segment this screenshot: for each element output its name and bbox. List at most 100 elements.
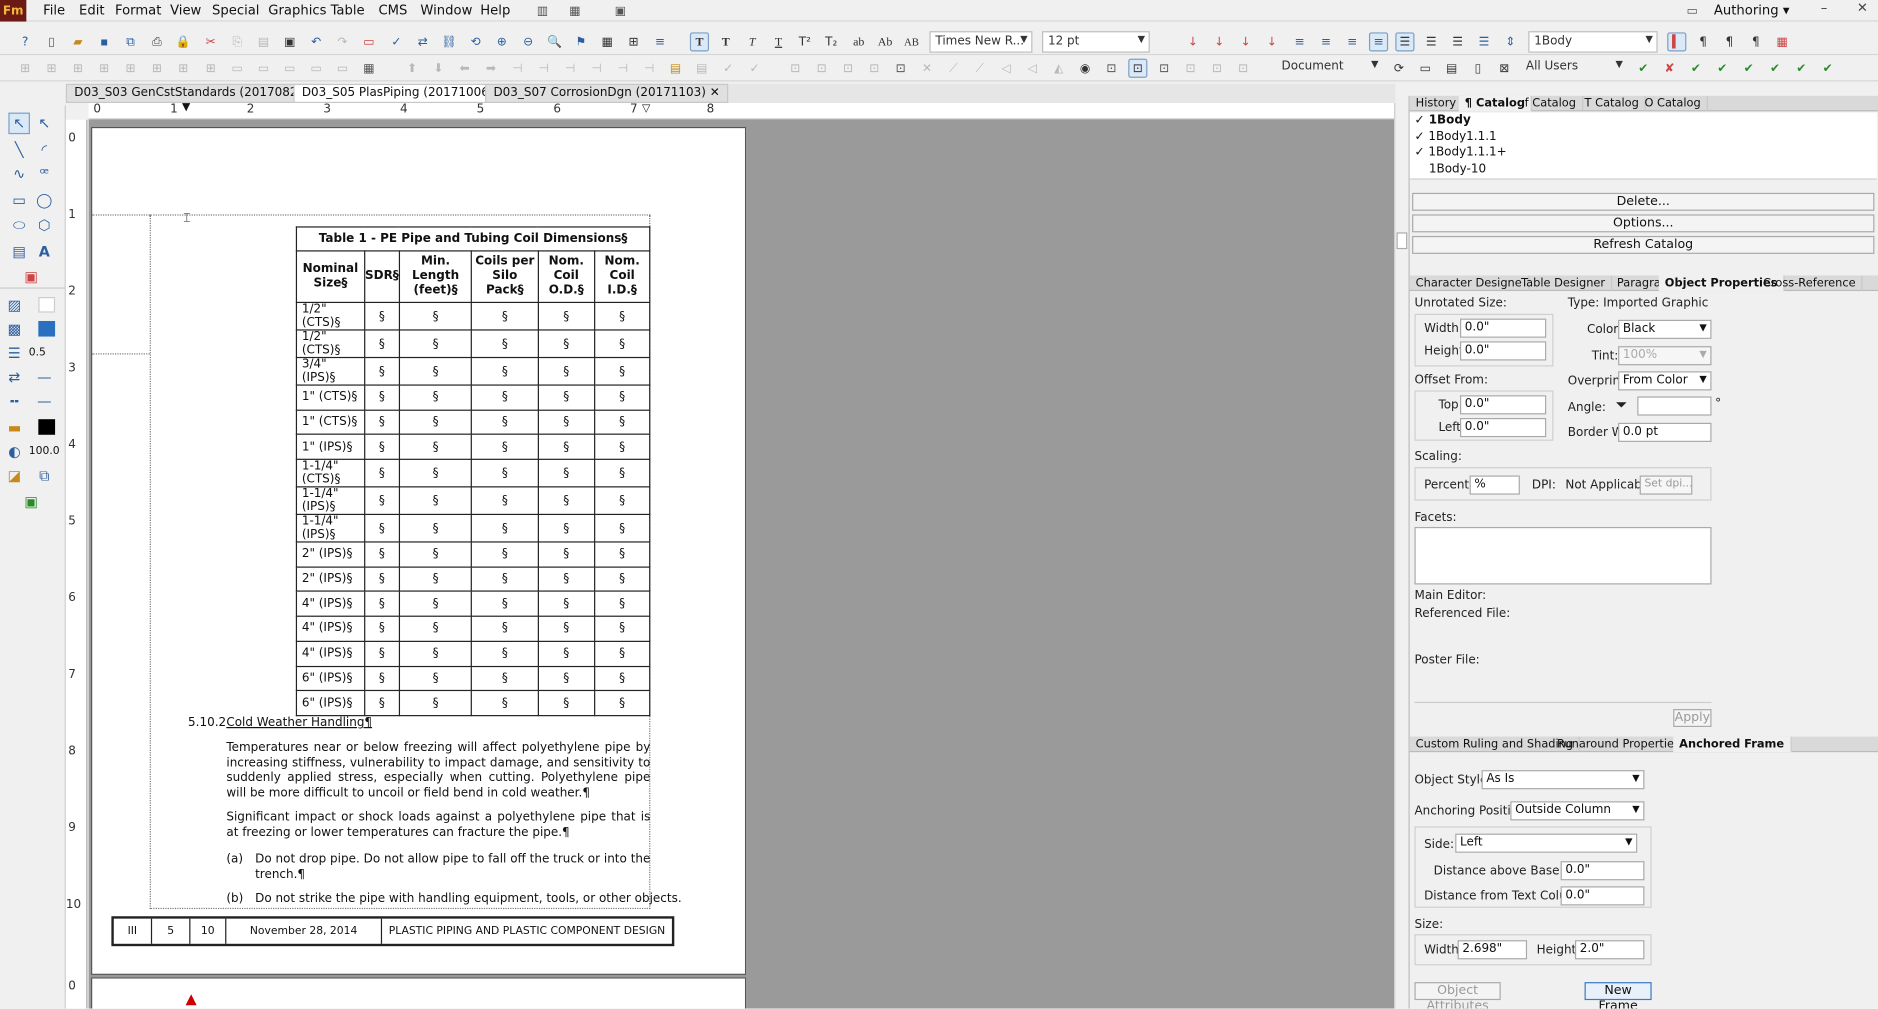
value-cell[interactable]: § <box>363 615 400 642</box>
header-coil-id[interactable]: Nom. Coil I.D.§ <box>594 250 651 304</box>
size-cell[interactable]: 1-1/4" (CTS)§ <box>295 458 365 488</box>
paragraph-tag-select[interactable]: 1Body ▼ <box>1528 31 1658 53</box>
value-cell[interactable]: § <box>594 434 651 460</box>
value-cell[interactable]: § <box>398 486 473 516</box>
value-cell[interactable]: § <box>363 640 400 667</box>
gravity-icon[interactable]: ⊡ <box>1102 59 1121 78</box>
value-cell[interactable]: § <box>537 566 596 593</box>
spacing-custom-icon[interactable]: ☰ <box>1474 32 1493 51</box>
value-cell[interactable]: § <box>471 615 539 642</box>
value-cell[interactable]: § <box>594 541 651 568</box>
validate-icon[interactable]: ▤ <box>692 59 711 78</box>
value-cell[interactable]: § <box>537 615 596 642</box>
initialcaps-icon[interactable]: Ab <box>876 32 895 51</box>
table-icon[interactable]: ▦ <box>598 32 617 51</box>
scroll-thumb[interactable] <box>1396 232 1408 250</box>
paste-icon[interactable]: ▤ <box>254 32 273 51</box>
screen-mode-icon[interactable]: ▣ <box>611 1 630 20</box>
menu-graphics[interactable]: Graphics <box>268 2 326 18</box>
header-min-length[interactable]: Min. Length (feet)§ <box>398 250 473 304</box>
height-field[interactable]: 0.0" <box>1459 341 1547 361</box>
polyline-tool-icon[interactable]: ∿ <box>8 163 30 185</box>
grid-icon[interactable]: ⊞ <box>624 32 643 51</box>
layout-icon[interactable]: ▥ <box>533 1 552 20</box>
object-style-select[interactable]: As Is ▼ <box>1481 770 1645 790</box>
tab-left-icon[interactable]: ↓ <box>1183 32 1202 51</box>
value-cell[interactable]: § <box>398 590 473 617</box>
value-cell[interactable]: § <box>363 458 400 488</box>
value-cell[interactable]: § <box>471 541 539 568</box>
hyperlink-icon[interactable]: ⛓ <box>440 32 459 51</box>
catalog-item[interactable]: ✓ 1Body1.1.1 <box>1414 129 1876 145</box>
section-heading[interactable]: Cold Weather Handling¶ <box>226 716 372 729</box>
element-unwrap-icon[interactable]: ⊣ <box>640 59 659 78</box>
value-cell[interactable]: § <box>398 301 473 331</box>
value-cell[interactable]: § <box>398 640 473 667</box>
value-cell[interactable]: § <box>398 409 473 436</box>
spacing-onehalf-icon[interactable]: ☰ <box>1422 32 1441 51</box>
find-replace-icon[interactable]: ⇄ <box>413 32 432 51</box>
tab-center-icon[interactable]: ↓ <box>1210 32 1229 51</box>
menu-edit[interactable]: Edit <box>79 2 105 18</box>
value-cell[interactable]: § <box>363 665 400 692</box>
copy-icon[interactable]: ⎘ <box>228 32 247 51</box>
menu-view[interactable]: View <box>170 2 201 18</box>
overprint-mode-icon[interactable]: ⧉ <box>34 465 56 487</box>
overprint-select[interactable]: From Color ▼ <box>1618 371 1712 391</box>
table-ruling-icon[interactable]: ⊞ <box>147 59 166 78</box>
value-cell[interactable]: § <box>398 566 473 593</box>
table-fit-icon[interactable]: ▭ <box>307 59 326 78</box>
xref-icon[interactable]: ⟲ <box>466 32 485 51</box>
element-wrap-icon[interactable]: ⊣ <box>534 59 553 78</box>
catalog-item[interactable]: ✓ 1Body <box>1414 113 1876 129</box>
size-cell[interactable]: 1/2" (CTS)§ <box>295 301 365 331</box>
distance-baseline-field[interactable]: 0.0" <box>1560 861 1645 881</box>
tab-character-designer[interactable]: Character Designe <box>1410 275 1529 292</box>
value-cell[interactable]: § <box>594 458 651 488</box>
scale-icon[interactable]: ◭ <box>1049 59 1068 78</box>
size-cell[interactable]: 4" (IPS)§ <box>295 615 365 642</box>
select-text-icon[interactable]: ↖ <box>8 112 30 135</box>
options-button[interactable]: Options... <box>1412 214 1875 233</box>
color-swatch[interactable] <box>38 419 56 435</box>
arrow-up-icon[interactable]: ⬆ <box>402 59 421 78</box>
distribute-icon[interactable]: ✕ <box>917 59 936 78</box>
marker-icon[interactable]: ⚑ <box>571 32 590 51</box>
size-cell[interactable]: 4" (IPS)§ <box>295 640 365 667</box>
line-tool-icon[interactable]: ╲ <box>8 139 30 161</box>
object-attributes-button[interactable]: Object Attributes <box>1414 982 1501 1008</box>
delete-button[interactable]: Delete... <box>1412 192 1875 211</box>
align-left-icon[interactable]: ≡ <box>1290 32 1309 51</box>
header-nominal-size[interactable]: Nominal Size§ <box>295 250 365 304</box>
graphic-frame-tool-icon[interactable]: ▣ <box>20 266 42 288</box>
arrow-right-icon[interactable]: ➡ <box>481 59 500 78</box>
value-cell[interactable]: § <box>398 329 473 359</box>
value-cell[interactable]: § <box>537 301 596 331</box>
distance-column-field[interactable]: 0.0" <box>1560 886 1645 906</box>
select-object-icon[interactable]: ↖ <box>34 113 56 135</box>
accept-icon[interactable]: ✔ <box>1634 59 1653 78</box>
object-props-icon[interactable]: ⊡ <box>1207 59 1226 78</box>
value-cell[interactable]: § <box>594 566 651 593</box>
size-cell[interactable]: 1" (CTS)§ <box>295 384 365 411</box>
arrange-icon[interactable]: ▦ <box>565 1 584 20</box>
oval-tool-icon[interactable]: ◯ <box>34 189 56 211</box>
vertical-scrollbar[interactable] <box>1394 103 1409 1009</box>
refresh-icon[interactable]: ⟳ <box>1389 59 1408 78</box>
overprint-icon[interactable]: ◪ <box>4 465 26 487</box>
justify-icon[interactable]: ≡ <box>1368 32 1389 52</box>
polygon-tool-icon[interactable]: ⬡ <box>34 214 56 236</box>
value-cell[interactable]: § <box>594 615 651 642</box>
all-users-icon[interactable]: ⊠ <box>1495 59 1514 78</box>
value-cell[interactable]: § <box>363 384 400 411</box>
value-cell[interactable]: § <box>398 615 473 642</box>
rotate-icon[interactable]: ◁ <box>1023 59 1042 78</box>
value-cell[interactable]: § <box>594 590 651 617</box>
value-cell[interactable]: § <box>471 356 539 386</box>
side-frame[interactable] <box>92 214 150 355</box>
value-cell[interactable]: § <box>537 434 596 460</box>
accept-prev-icon[interactable]: ✔ <box>1739 59 1758 78</box>
fill-pattern-icon[interactable]: ▨ <box>4 295 26 317</box>
tab-table-designer[interactable]: Table Designer <box>1515 275 1613 292</box>
value-cell[interactable]: § <box>363 566 400 593</box>
